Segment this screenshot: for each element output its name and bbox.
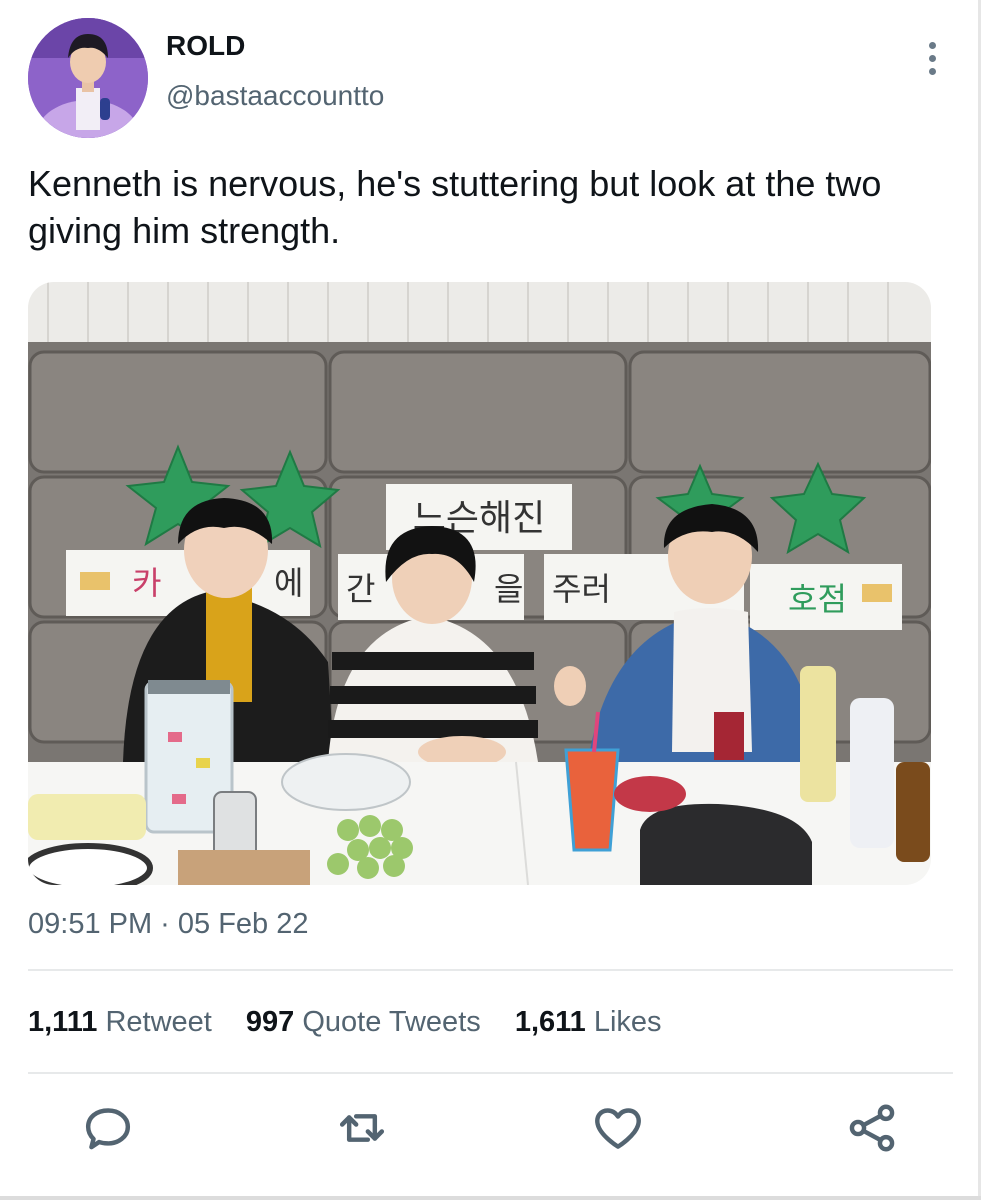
sign-char: 을 (494, 570, 523, 608)
quote-count-value: 997 (245, 1006, 295, 1038)
engagement-stats: 1,111 Retweet 997 Quote Tweets 1,611 Lik… (28, 1006, 688, 1039)
sign-char: 간 (346, 570, 375, 608)
divider (28, 1072, 953, 1074)
share-icon[interactable] (844, 1100, 900, 1156)
tweet-timestamp[interactable]: 09:51 PM · 05 Feb 22 (28, 908, 309, 941)
retweet-icon[interactable] (334, 1100, 390, 1156)
heart-icon[interactable] (590, 1100, 646, 1156)
tweet-text: Kenneth is nervous, he's stuttering but … (28, 163, 882, 251)
like-count-label: Likes (593, 1006, 662, 1038)
retweet-count[interactable]: 1,111 Retweet (28, 1006, 212, 1039)
retweet-count-label: Retweet (105, 1006, 212, 1038)
reply-icon[interactable] (80, 1100, 136, 1156)
sign-char: 호점 (788, 580, 847, 618)
tweet-photo[interactable]: 느슨해진 카 에 간 을 주러 호점 (28, 282, 931, 885)
quote-count-label: Quote Tweets (302, 1006, 481, 1038)
divider (28, 969, 953, 971)
sign-char: 주러 (552, 570, 611, 608)
sign-char: 카 (132, 564, 161, 602)
sign-char: 에 (274, 564, 303, 602)
like-count[interactable]: 1,611 Likes (515, 1006, 662, 1039)
like-count-value: 1,611 (514, 1006, 586, 1038)
retweet-count-value: 1,111 (28, 1006, 98, 1038)
quote-count[interactable]: 997 Quote Tweets (246, 1006, 481, 1039)
avatar[interactable] (28, 18, 148, 138)
window-edge (0, 1196, 981, 1200)
more-vertical-icon[interactable] (912, 38, 952, 78)
user-handle[interactable]: @bastaaccountto (166, 80, 384, 112)
display-name[interactable]: ROLD (166, 30, 245, 62)
